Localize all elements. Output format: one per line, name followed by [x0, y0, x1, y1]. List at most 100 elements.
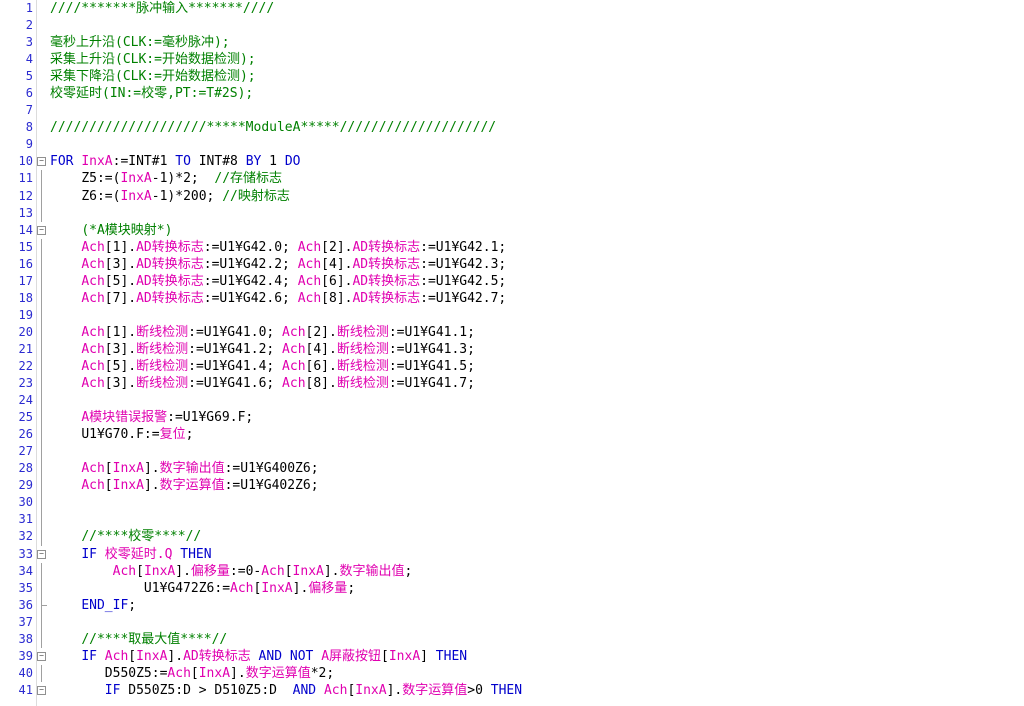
code-line[interactable]: 26 U1¥G70.F:=复位;	[0, 426, 1024, 444]
code-line[interactable]: 37	[0, 613, 1024, 631]
code-line[interactable]: 21 Ach[3].断线检测:=U1¥G41.2; Ach[4].断线检测:=U…	[0, 340, 1024, 358]
code-line[interactable]: 41 IF D550Z5:D > D510Z5:D AND Ach[InxA].…	[0, 682, 1024, 699]
comment-token: //****取最大值****//	[81, 631, 228, 647]
comment-token: (*A模块映射*)	[81, 222, 173, 238]
code-token: [8].	[305, 376, 337, 392]
variable-token: 断线检测	[336, 324, 389, 340]
code-line[interactable]: 16 Ach[3].AD转换标志:=U1¥G42.2; Ach[4].AD转换标…	[0, 255, 1024, 273]
code-line[interactable]: 9	[0, 136, 1024, 153]
code-line[interactable]: 13	[0, 204, 1024, 222]
fold-guide	[41, 340, 42, 358]
code-text: Ach[3].断线检测:=U1¥G41.6; Ach[8].断线检测:=U1¥G…	[50, 375, 475, 392]
code-line[interactable]: 18 Ach[7].AD转换标志:=U1¥G42.6; Ach[8].AD转换标…	[0, 289, 1024, 307]
code-line[interactable]: 3 毫秒上升沿(CLK:=毫秒脉冲);	[0, 34, 1024, 51]
code-line[interactable]: 39 IF Ach[InxA].AD转换标志 AND NOT A屏蔽按钮[Inx…	[0, 648, 1024, 665]
code-token: [1].	[104, 324, 137, 340]
code-line[interactable]: 19	[0, 306, 1024, 324]
code-line[interactable]: 33 IF 校零延时.Q THEN	[0, 546, 1024, 563]
line-number: 22	[18, 358, 33, 373]
code-line[interactable]: 6 校零延时(IN:=校零,PT:=T#2S);	[0, 85, 1024, 102]
code-line[interactable]: 5 采集下降沿(CLK:=开始数据检测);	[0, 68, 1024, 85]
code-line[interactable]: 2	[0, 17, 1024, 34]
code-line[interactable]: 8 ////////////////////*****ModuleA*****//…	[0, 119, 1024, 136]
variable-token: Ach	[297, 239, 322, 255]
variable-token: Ach	[297, 290, 322, 306]
variable-token: Ach	[297, 256, 322, 272]
keyword-token: BY	[245, 154, 262, 170]
code-token: [	[284, 563, 293, 579]
variable-token: AD转换标志	[352, 290, 421, 306]
code-line[interactable]: 32 //****校零****//	[0, 528, 1024, 546]
code-line[interactable]: 35 U1¥G472Z6:=Ach[InxA].偏移量;	[0, 579, 1024, 597]
code-token: :=U1¥G42.3;	[420, 256, 507, 272]
line-number: 21	[18, 341, 33, 356]
code-token: :=INT#1	[112, 154, 176, 170]
variable-token: Ach	[81, 341, 105, 357]
code-text: 采集下降沿(CLK:=开始数据检测);	[50, 68, 256, 85]
code-line[interactable]: 12 Z6:=(InxA-1)*200; //映射标志	[0, 187, 1024, 205]
line-number: 31	[18, 512, 33, 527]
fold-guide	[41, 511, 42, 529]
code-line[interactable]: 40 D550Z5:=Ach[InxA].数字运算值*2;	[0, 664, 1024, 682]
line-number: 10	[18, 154, 33, 169]
code-line[interactable]: 27	[0, 443, 1024, 461]
code-text: //****校零****//	[50, 528, 201, 545]
comment-token: 采集下降沿(CLK:=开始数据检测);	[50, 69, 256, 85]
collapse-icon[interactable]	[37, 225, 46, 235]
code-text: A模块错误报警:=U1¥G69.F;	[50, 409, 253, 426]
code-line[interactable]: 4 采集上升沿(CLK:=开始数据检测);	[0, 51, 1024, 68]
line-number: 11	[18, 171, 33, 186]
variable-token: InxA	[112, 478, 144, 494]
code-text: END_IF;	[50, 597, 136, 614]
collapse-icon[interactable]	[37, 157, 46, 167]
code-token: [	[136, 563, 144, 579]
variable-token: Ach	[81, 273, 105, 289]
collapse-icon[interactable]	[37, 685, 46, 695]
code-line[interactable]: 25 A模块错误报警:=U1¥G69.F;	[0, 409, 1024, 427]
code-line[interactable]: 38 //****取最大值****//	[0, 630, 1024, 648]
code-editor[interactable]: 1////*******脉冲输入*******////2 3 毫秒上升沿(CLK:=…	[0, 0, 1024, 706]
code-line[interactable]: 28 Ach[InxA].数字输出值:=U1¥G400Z6;	[0, 460, 1024, 478]
code-token: [4].	[305, 341, 337, 357]
line-number: 1	[25, 1, 33, 15]
code-line[interactable]: 10 FOR InxA:=INT#1 TO INT#8 BY 1 DO	[0, 153, 1024, 170]
code-token: [	[104, 478, 113, 494]
code-line[interactable]: 17 Ach[5].AD转换标志:=U1¥G42.4; Ach[6].AD转换标…	[0, 272, 1024, 290]
variable-token: InxA	[261, 580, 293, 596]
code-text: Ach[5].断线检测:=U1¥G41.4; Ach[6].断线检测:=U1¥G…	[50, 358, 475, 375]
code-text: FOR InxA:=INT#1 TO INT#8 BY 1 DO	[50, 153, 301, 170]
variable-token: AD转换标志	[352, 273, 421, 289]
code-text: (*A模块映射*)	[50, 222, 172, 239]
code-token: >0	[467, 682, 491, 698]
code-line[interactable]: 1 ////*******脉冲输入*******////	[0, 0, 1024, 17]
code-token: :=U1¥G41.0;	[188, 324, 283, 340]
code-line[interactable]: 22 Ach[5].断线检测:=U1¥G41.4; Ach[6].断线检测:=U…	[0, 357, 1024, 376]
variable-token: Ach	[282, 376, 306, 392]
code-line[interactable]: 11 Z5:=(InxA-1)*2; //存储标志	[0, 170, 1024, 188]
code-line[interactable]: 20 Ach[1].断线检测:=U1¥G41.0; Ach[2].断线检测:=U…	[0, 323, 1024, 341]
code-line[interactable]: 29 Ach[InxA].数字运算值:=U1¥G402Z6;	[0, 477, 1024, 495]
variable-token: Ach	[81, 376, 105, 392]
variable-token: Ach	[282, 324, 306, 340]
fold-guide	[41, 392, 42, 410]
code-line[interactable]: 36 END_IF;	[0, 596, 1024, 614]
fold-guide	[41, 204, 42, 222]
line-number: 28	[18, 461, 33, 476]
code-line[interactable]: 31	[0, 511, 1024, 529]
variable-token: 数字输出值	[159, 461, 225, 477]
collapse-icon[interactable]	[37, 651, 46, 661]
code-line[interactable]: 14 (*A模块映射*)	[0, 222, 1024, 239]
fold-guide	[41, 596, 47, 614]
fold-guide	[41, 170, 42, 188]
code-text: U1¥G70.F:=复位;	[50, 426, 193, 443]
code-text: Ach[InxA].数字输出值:=U1¥G400Z6;	[50, 460, 318, 477]
code-line[interactable]: 7	[0, 102, 1024, 119]
code-line[interactable]: 24	[0, 392, 1024, 410]
code-line[interactable]: 15 Ach[1].AD转换标志:=U1¥G42.0; Ach[2].AD转换标…	[0, 238, 1024, 256]
code-line[interactable]: 23 Ach[3].断线检测:=U1¥G41.6; Ach[8].断线检测:=U…	[0, 375, 1024, 393]
code-token: [4].	[321, 256, 353, 272]
collapse-icon[interactable]	[37, 549, 46, 559]
variable-token: A屏蔽按钮	[321, 648, 382, 664]
code-line[interactable]: 34 Ach[InxA].偏移量:=0-Ach[InxA].数字输出值;	[0, 562, 1024, 580]
code-line[interactable]: 30	[0, 494, 1024, 512]
